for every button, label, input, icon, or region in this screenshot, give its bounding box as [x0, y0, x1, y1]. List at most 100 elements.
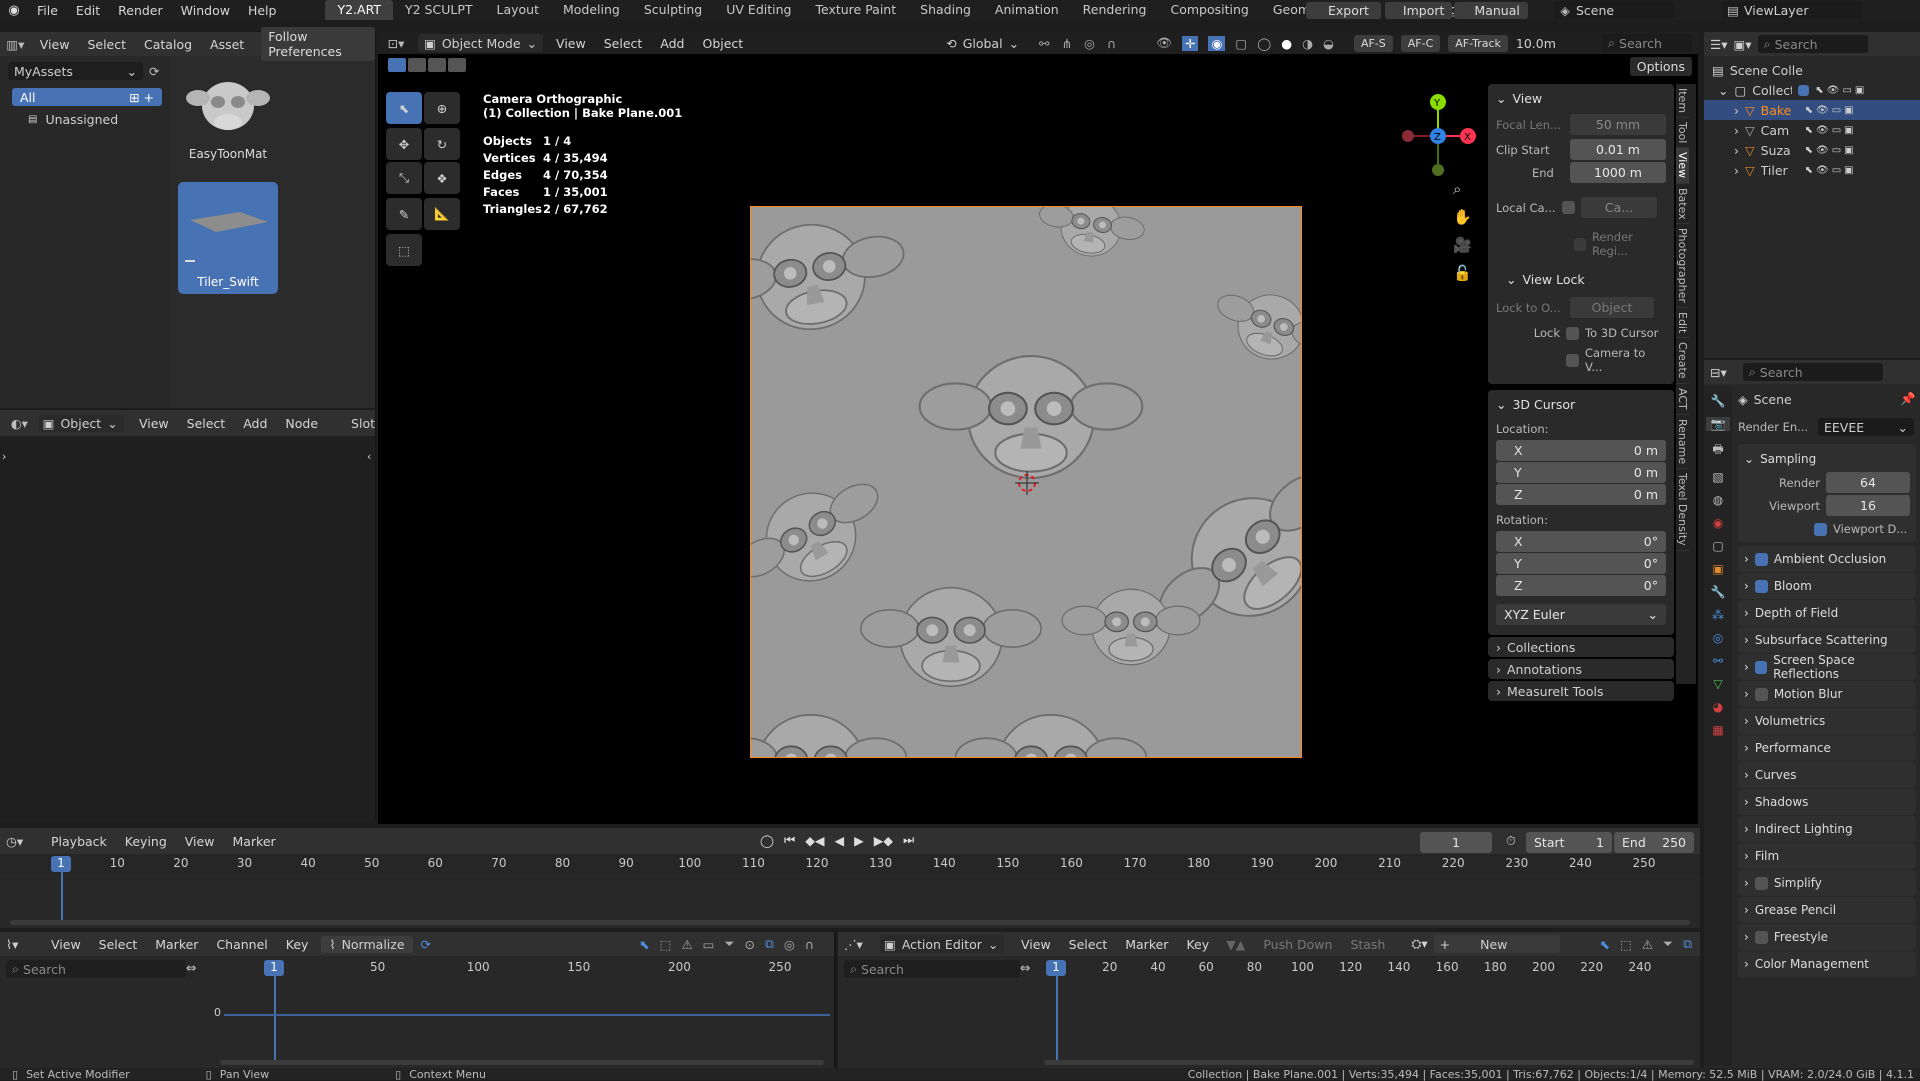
- graph-menu-item[interactable]: Select: [90, 937, 147, 952]
- camera-to-view-checkbox[interactable]: [1566, 353, 1579, 367]
- outliner-item[interactable]: › ▽ Tiler ⬉👁▭▣: [1704, 160, 1920, 180]
- sidebar-tab[interactable]: Item: [1676, 84, 1689, 119]
- sidebar-tab[interactable]: Batex: [1676, 184, 1689, 225]
- action-browse-icon[interactable]: ⛭▾: [1411, 936, 1427, 952]
- properties-section[interactable]: › Grease Pencil: [1738, 897, 1916, 923]
- editor-type-icon[interactable]: ⋰▾: [844, 937, 880, 952]
- action-scrollbar[interactable]: [1044, 1060, 1694, 1065]
- hidden-icon[interactable]: ⬚: [1620, 937, 1632, 952]
- viewport-samples-field[interactable]: 16: [1826, 495, 1910, 516]
- error-icon[interactable]: ⚠: [681, 937, 692, 952]
- data-tab-icon[interactable]: ▽: [1713, 677, 1722, 691]
- select-tool-icon[interactable]: ⬉: [386, 92, 422, 124]
- timeline-playhead[interactable]: 1: [51, 856, 71, 872]
- proportional-icon[interactable]: ◎: [784, 937, 795, 952]
- editor-type-icon[interactable]: ⊡▾: [378, 36, 414, 51]
- select-mode-buttons[interactable]: [388, 58, 466, 72]
- viewport-menu-item[interactable]: View: [547, 36, 595, 51]
- render-engine-dropdown[interactable]: EEVEE ⌄: [1818, 418, 1914, 436]
- vector-field[interactable]: Z 0°: [1496, 575, 1666, 596]
- workspace-tab[interactable]: Y2 SCULPT: [393, 0, 485, 20]
- navigation-gizmo[interactable]: Y X Z: [1388, 86, 1488, 186]
- rendered-icon[interactable]: ◒: [1323, 36, 1334, 51]
- gizmo-icon[interactable]: ✛: [1181, 35, 1199, 51]
- viewport-search[interactable]: ⌕ Search: [1602, 34, 1692, 52]
- material-tab-icon[interactable]: ◕: [1713, 700, 1723, 714]
- viewlayer-selector[interactable]: ▤ ViewLayer: [1722, 1, 1862, 19]
- options-button[interactable]: Options: [1629, 57, 1692, 76]
- blender-logo-icon[interactable]: ◉: [0, 3, 28, 18]
- outliner-search[interactable]: ⌕ Search: [1757, 35, 1868, 53]
- visibility-icons[interactable]: ⬉👁▭▣: [1805, 145, 1857, 156]
- action-menu-item[interactable]: Key: [1177, 937, 1218, 952]
- asset-menu-item[interactable]: Select: [78, 37, 135, 52]
- properties-search[interactable]: ⌕ Search: [1742, 363, 1883, 381]
- graph-menu-item[interactable]: Marker: [146, 937, 207, 952]
- graph-menu-item[interactable]: Key: [277, 937, 318, 952]
- node-menu-item[interactable]: Add: [234, 416, 276, 431]
- view-layer-tab-icon[interactable]: ▧: [1712, 470, 1723, 484]
- particles-tab-icon[interactable]: ⁂: [1712, 608, 1724, 622]
- jump-keyframe-back-icon[interactable]: ◆◀: [805, 833, 824, 848]
- action-mode-selector[interactable]: ▣ Action Editor ⌄: [880, 935, 1004, 953]
- pin-icon[interactable]: 📌: [1900, 391, 1916, 407]
- graph-menu-item[interactable]: Channel: [207, 937, 276, 952]
- pivot-icon[interactable]: ⊙: [745, 937, 755, 952]
- node-menu-item[interactable]: Select: [178, 416, 235, 431]
- visibility-icons[interactable]: ⬉👁▭▣: [1805, 165, 1857, 176]
- constraints-tab-icon[interactable]: ⚯: [1713, 654, 1723, 668]
- action-ruler[interactable]: 20 40 60 80 100 120 140 160 180 200 220 240: [1048, 958, 1698, 978]
- properties-section[interactable]: › Performance: [1738, 735, 1916, 761]
- node-menu-item[interactable]: Node: [276, 416, 327, 431]
- properties-section[interactable]: › Volumetrics: [1738, 708, 1916, 734]
- editor-type-icon[interactable]: ▥▾: [0, 37, 31, 52]
- select-subtract-icon[interactable]: [428, 58, 446, 72]
- main-menu-item[interactable]: Edit: [67, 3, 109, 18]
- to-3d-cursor-checkbox[interactable]: [1566, 326, 1579, 340]
- vector-field[interactable]: X 0 m: [1496, 440, 1666, 461]
- workspace-tab[interactable]: Sculpting: [632, 0, 714, 20]
- graph-scrollbar[interactable]: [220, 1060, 824, 1065]
- properties-section[interactable]: › Film: [1738, 843, 1916, 869]
- action-search[interactable]: ⌕ Search: [844, 960, 1020, 978]
- transform-tool-icon[interactable]: ❖: [424, 162, 460, 194]
- jump-keyframe-forward-icon[interactable]: ▶◆: [874, 833, 893, 848]
- properties-section[interactable]: › Freestyle: [1738, 924, 1916, 950]
- catalog-all[interactable]: All ⊞ +: [12, 88, 162, 106]
- swap-icon[interactable]: ⇔: [186, 960, 196, 975]
- measure-tool-icon[interactable]: 📐: [424, 198, 460, 230]
- workspace-tab[interactable]: Animation: [983, 0, 1071, 20]
- properties-section[interactable]: › Indirect Lighting: [1738, 816, 1916, 842]
- editor-type-icon[interactable]: ⊟▾: [1710, 365, 1727, 380]
- collapsed-panel[interactable]: › Annotations: [1488, 659, 1674, 679]
- sidebar-tab[interactable]: ACT: [1676, 384, 1689, 415]
- world-tab-icon[interactable]: ◉: [1713, 516, 1723, 530]
- workspace-tab[interactable]: Compositing: [1159, 0, 1261, 20]
- properties-section[interactable]: › Curves: [1738, 762, 1916, 788]
- new-action-button[interactable]: + New: [1433, 935, 1560, 953]
- orientation-selector[interactable]: ⟲ Global ⌄: [946, 36, 1019, 51]
- vector-field[interactable]: X 0°: [1496, 531, 1666, 552]
- asset-menu-item[interactable]: View: [31, 37, 79, 52]
- current-frame-field[interactable]: 1: [1420, 832, 1492, 853]
- stash-button[interactable]: Stash: [1350, 937, 1385, 952]
- sidebar-tab[interactable]: Texel Density: [1676, 469, 1689, 551]
- asset-menu-item[interactable]: Asset: [201, 37, 253, 52]
- visibility-icons[interactable]: ⬉👁▭▣: [1815, 85, 1867, 96]
- properties-section[interactable]: › Color Management: [1738, 951, 1916, 977]
- vector-field[interactable]: Y 0 m: [1496, 462, 1666, 483]
- action-menu-item[interactable]: Select: [1060, 937, 1117, 952]
- properties-section[interactable]: › Depth of Field: [1738, 600, 1916, 626]
- rotate-tool-icon[interactable]: ↻: [424, 128, 460, 160]
- render-tab-icon[interactable]: 📷: [1706, 417, 1730, 431]
- object-tab-icon[interactable]: ▣: [1712, 562, 1723, 576]
- pivot-icon[interactable]: ⚯: [1039, 36, 1049, 51]
- section-checkbox[interactable]: [1754, 687, 1768, 701]
- main-menu-item[interactable]: File: [28, 3, 67, 18]
- asset-menu-item[interactable]: Catalog: [135, 37, 201, 52]
- sidebar-tab[interactable]: Edit: [1676, 308, 1689, 339]
- section-checkbox[interactable]: [1754, 552, 1768, 566]
- error-icon[interactable]: ⚠: [1642, 937, 1653, 952]
- play-icon[interactable]: ▶: [854, 833, 864, 848]
- properties-section[interactable]: › Shadows: [1738, 789, 1916, 815]
